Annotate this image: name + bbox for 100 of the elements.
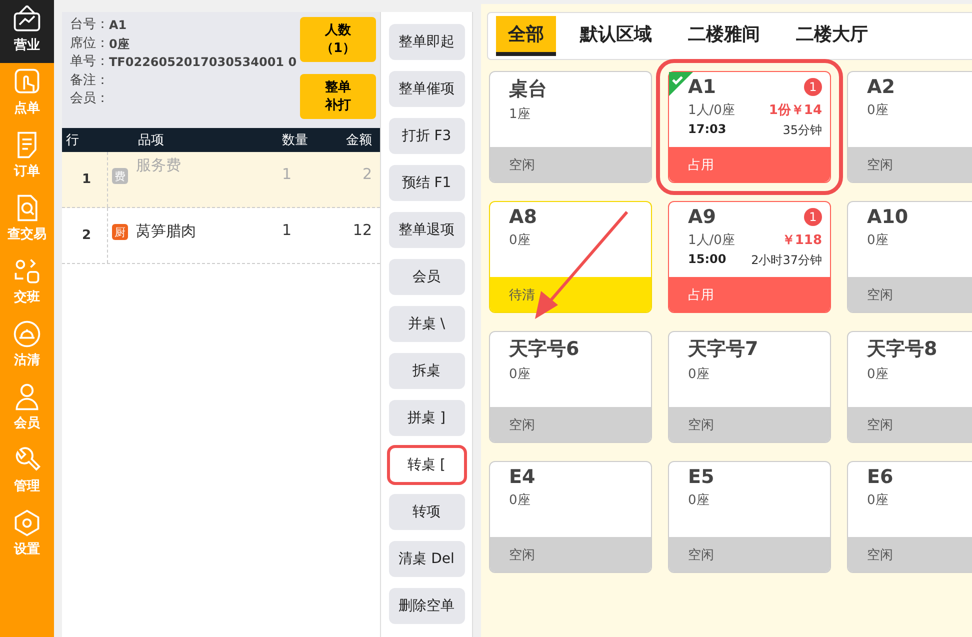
area-tab[interactable]: 默认区域: [568, 16, 664, 56]
duration: 2小时37分钟: [751, 252, 822, 269]
table-card[interactable]: A2 0座 空闲: [847, 71, 972, 183]
status-bar: 空闲: [490, 147, 651, 182]
action-button[interactable]: 转桌 [: [388, 447, 464, 483]
order-row[interactable]: 2 厨 莴笋腊肉 1 12: [62, 208, 380, 264]
action-button[interactable]: 整单催项: [388, 71, 464, 107]
action-button[interactable]: 打折 F3: [388, 118, 464, 154]
count-badge: 1: [804, 78, 822, 96]
seat-count: 0座: [688, 492, 710, 509]
nav-item[interactable]: 营业: [0, 0, 54, 63]
table-cell-text: 12: [352, 220, 373, 241]
seat-count: 0座: [867, 366, 888, 383]
table-cell-text: 1: [282, 220, 293, 241]
order-button[interactable]: 整单 补打: [300, 74, 376, 119]
column-header: 品项: [137, 132, 165, 149]
table-cell-text: 2: [361, 164, 373, 185]
table-card[interactable]: 天字号6 0座 空闲: [489, 331, 652, 443]
table-name: A1: [688, 76, 716, 98]
status-bar: 空闲: [848, 277, 972, 312]
order-amount: 1份￥14: [768, 102, 822, 119]
status-bar: 空闲: [490, 537, 651, 572]
table-card[interactable]: A9 1 1人/0座 ￥118 15:00 2小时37分钟 占用: [668, 201, 831, 313]
column-header: 金额: [345, 132, 373, 149]
order-row[interactable]: 1 费 服务费 1 2: [62, 152, 380, 208]
table-name: 天字号6: [509, 337, 580, 362]
field-label: 席位：: [70, 34, 109, 52]
action-button[interactable]: 拼桌 ]: [388, 400, 464, 436]
item-name: 莴笋腊肉: [136, 222, 196, 241]
column-header: 行: [65, 132, 80, 149]
status-bar: 空闲: [848, 407, 972, 442]
seat-count: 1人/0座: [688, 102, 735, 119]
table-name: A8: [509, 206, 537, 228]
status-bar: 空闲: [848, 147, 972, 182]
table-card[interactable]: 桌台 1座 空闲: [489, 71, 652, 183]
table-cell: 1: [62, 152, 108, 207]
status-bar: 待清: [490, 277, 651, 312]
action-button[interactable]: 整单退项: [388, 212, 464, 248]
action-button[interactable]: 预结 F1: [388, 165, 464, 201]
table-name: A9: [688, 206, 716, 228]
table-name: E5: [688, 466, 714, 488]
area-tab[interactable]: 全部: [496, 16, 556, 56]
action-button[interactable]: 拆桌: [388, 353, 464, 389]
table-name: A2: [867, 76, 895, 98]
order-amount: ￥118: [782, 232, 822, 249]
open-time: 17:03: [688, 122, 726, 138]
area-tab[interactable]: 二楼大厅: [784, 16, 880, 56]
seat-count: 0座: [867, 102, 888, 119]
table-name: E4: [509, 466, 536, 488]
field-label: 单号：: [70, 53, 109, 71]
action-button[interactable]: 删除空单: [388, 588, 464, 624]
table-card[interactable]: 天字号8 0座 空闲: [847, 331, 972, 443]
column-header: 数量: [282, 132, 309, 149]
table-name: 天字号8: [867, 337, 938, 362]
table-name: 桌台: [509, 77, 547, 102]
field-label: 台号：: [70, 16, 109, 34]
seat-count: 0座: [867, 492, 888, 509]
table-card[interactable]: 天字号7 0座 空闲: [668, 331, 831, 443]
settings-icon: [12, 508, 42, 538]
status-bar: 占用: [669, 277, 830, 312]
field-value: 0座: [109, 36, 130, 52]
open-time: 15:00: [688, 252, 726, 268]
status-bar: 空闲: [490, 407, 651, 442]
table-card[interactable]: A10 0座 空闲: [847, 201, 972, 313]
table-cell-text: 1: [282, 164, 293, 185]
duration: 35分钟: [782, 122, 822, 139]
table-card[interactable]: E4 0座 空闲: [489, 461, 652, 573]
seat-count: 0座: [509, 232, 530, 249]
action-button[interactable]: 转项: [388, 494, 464, 530]
count-badge: 1: [804, 208, 822, 226]
area-tab[interactable]: 二楼雅间: [676, 16, 772, 56]
table-card[interactable]: E6 0座 空闲: [847, 461, 972, 573]
status-bar: 空闲: [848, 537, 972, 572]
field-label: 会员：: [70, 90, 109, 108]
action-button[interactable]: 会员: [388, 259, 464, 295]
table-card[interactable]: A8 0座 待清: [489, 201, 652, 313]
field-value: TF0226052017030534001 0: [109, 54, 297, 71]
field-label: 备注：: [70, 72, 109, 90]
seat-count: 0座: [509, 492, 530, 509]
table-cell: 2: [62, 208, 108, 263]
action-button[interactable]: 并桌 \: [388, 306, 464, 342]
seat-count: 0座: [688, 366, 710, 383]
status-bar: 空闲: [669, 537, 830, 572]
seat-count: 1人/0座: [688, 232, 735, 249]
tag: 厨: [112, 224, 128, 240]
field-value: A1: [109, 17, 127, 34]
order-button[interactable]: 人数 （1）: [300, 17, 376, 62]
item-name: 服务费: [136, 156, 181, 175]
swap-icon: [12, 256, 42, 286]
action-button[interactable]: 整单即起: [388, 24, 464, 60]
action-button[interactable]: 清桌 Del: [388, 541, 464, 577]
table-name: E6: [867, 466, 894, 488]
seat-count: 1座: [509, 106, 530, 123]
chart-board-icon: [12, 4, 42, 34]
table-name: 天字号7: [688, 337, 758, 362]
seat-count: 0座: [867, 232, 888, 249]
table-card[interactable]: E5 0座 空闲: [668, 461, 831, 573]
table-name: A10: [867, 206, 908, 228]
cloche-icon: [12, 319, 42, 349]
status-bar: 占用: [669, 147, 830, 182]
